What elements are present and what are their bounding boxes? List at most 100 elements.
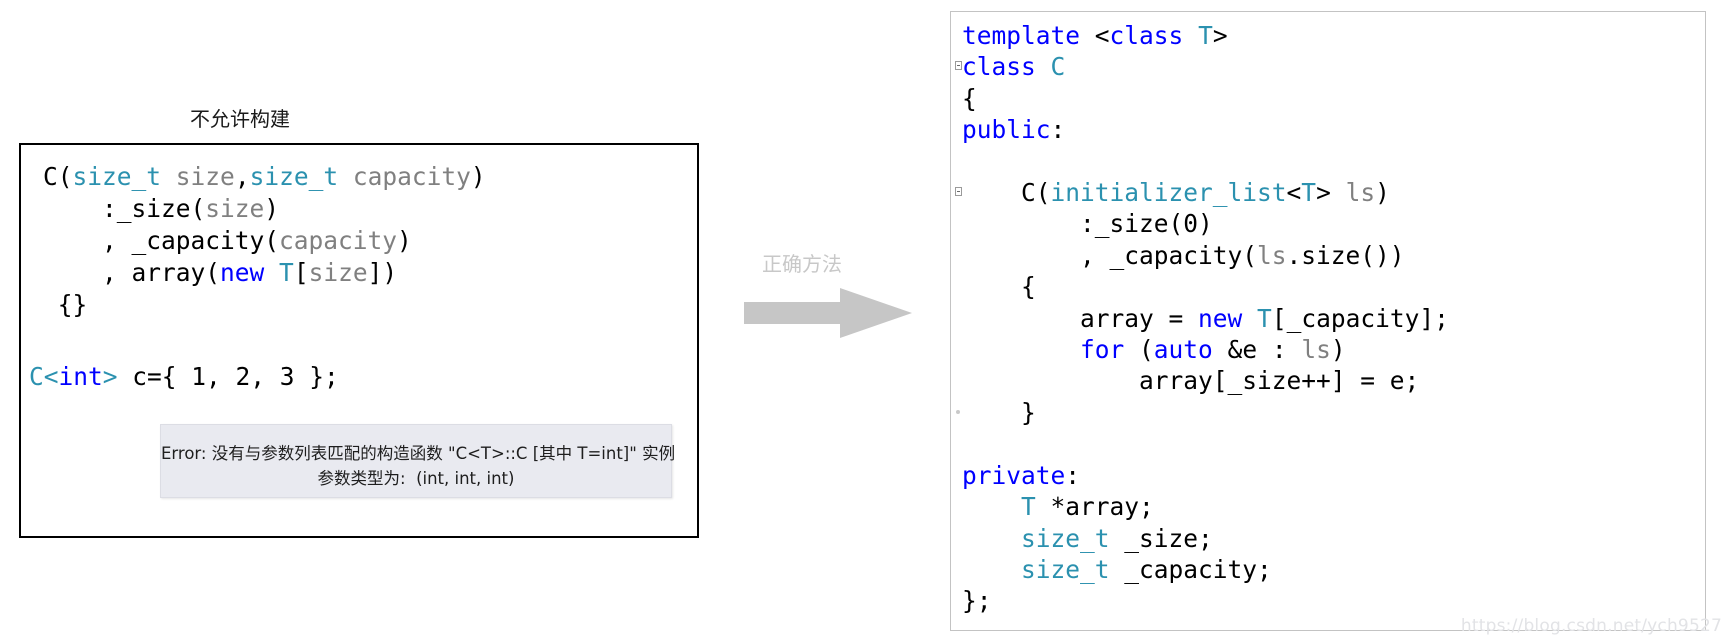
code-line: , _capacity(ls.size()) (962, 240, 1449, 271)
code-token: size_t (249, 162, 339, 191)
change-marker-icon (956, 409, 960, 414)
code-token: &e : (1212, 335, 1302, 365)
code-token: ls (1301, 335, 1331, 365)
code-line: }; (962, 585, 1449, 616)
code-token: ) (397, 226, 412, 255)
left-caption-label: 不允许构建 (190, 107, 290, 131)
code-token: :_size( (43, 194, 206, 223)
code-token: c={ 1, 2, 3 }; (132, 362, 339, 391)
code-token: public (962, 115, 1051, 145)
code-line: } (962, 397, 1449, 428)
error-squiggle-icon (160, 398, 182, 405)
right-arrow-svg (744, 288, 912, 338)
code-token: capacity (352, 162, 471, 191)
code-token: , _capacity( (43, 226, 280, 255)
right-code-panel: template <class T> class C{public: C(init… (950, 11, 1706, 631)
code-token: class (1109, 21, 1184, 50)
code-token: T (1021, 492, 1036, 522)
code-token: T (1257, 303, 1272, 333)
code-token: auto (1153, 335, 1213, 365)
code-token: array = (962, 303, 1199, 333)
code-token: {} (43, 290, 88, 319)
code-line: , array(new T[size]) (43, 257, 486, 289)
code-token: ) (1330, 335, 1346, 365)
code-line: public: (962, 114, 1449, 145)
code-token: > (102, 362, 133, 391)
code-token: < (1094, 21, 1110, 50)
code-token: : (1050, 115, 1066, 145)
code-token: new (1198, 303, 1243, 333)
left-example-column: 不允许构建 C(size_t size,size_t capacity) :_s… (0, 0, 740, 642)
code-token: , array( (43, 258, 221, 287)
code-token: size (308, 258, 368, 287)
code-token: , _capacity( (962, 240, 1258, 270)
code-token: class (962, 52, 1036, 82)
code-token: :_size(0) (962, 209, 1213, 239)
right-arrow-icon (744, 288, 912, 343)
code-token: < (1286, 178, 1302, 208)
code-token: ) (470, 162, 486, 191)
fold-marker-icon[interactable] (955, 187, 962, 196)
code-token: for (1080, 335, 1125, 365)
code-line: C<int> c={ 1, 2, 3 }; (29, 361, 339, 393)
fold-marker-icon[interactable] (955, 61, 962, 71)
code-token: ]) (367, 258, 398, 287)
code-token: ) (1375, 178, 1390, 208)
code-token: > (1212, 21, 1228, 50)
code-token: size_t (1021, 523, 1110, 553)
error-tooltip: Error: 没有与参数列表匹配的构造函数 "C<T>::C [其中 T=int… (160, 424, 675, 498)
code-token: ( (1124, 335, 1154, 365)
code-token: size (175, 162, 235, 191)
code-token: size_t (1021, 554, 1110, 584)
code-line: :_size(0) (962, 208, 1449, 239)
code-token: { (962, 83, 977, 113)
right-code-block: template <class T> class C{public: C(init… (962, 20, 1449, 617)
code-token: C( (962, 178, 1051, 208)
code-line: C(initializer_list<T> ls) (962, 177, 1449, 208)
code-token: [ (293, 258, 309, 287)
code-line: { (962, 83, 1449, 114)
code-line: class C (962, 51, 1449, 82)
code-token: { (962, 272, 1036, 302)
code-line: T *array; (962, 491, 1449, 522)
code-line: template <class T> (962, 20, 1449, 51)
code-line: , _capacity(capacity) (43, 225, 486, 257)
code-token: ls (1345, 178, 1376, 208)
code-line: array[_size++] = e; (962, 365, 1449, 396)
code-token: ls (1257, 240, 1287, 270)
code-line: C(size_t size,size_t capacity) (43, 161, 486, 193)
code-token: T (1301, 178, 1317, 208)
code-line: {} (43, 289, 486, 321)
squiggle-svg (160, 404, 182, 405)
code-token: .size()) (1286, 240, 1405, 270)
code-token: T (1198, 21, 1213, 50)
error-tooltip-line-2: 参数类型为: (int, int, int) (317, 469, 515, 488)
code-line: { (962, 271, 1449, 302)
code-token: private (962, 460, 1066, 490)
code-token: , (234, 162, 250, 191)
code-token: template (962, 21, 1095, 50)
code-line: for (auto &e : ls) (962, 334, 1449, 365)
code-token: new (220, 258, 265, 287)
code-token: ) (264, 194, 280, 223)
code-line: :_size(size) (43, 193, 486, 225)
code-token: C( (43, 162, 73, 191)
code-token: : (1065, 460, 1081, 490)
code-token: _capacity; (1109, 554, 1272, 584)
code-token: *array; (1035, 492, 1154, 522)
code-token: }; (962, 586, 992, 616)
code-token: [_capacity]; (1271, 303, 1449, 333)
code-token: C< (29, 362, 59, 391)
code-line: private: (962, 460, 1449, 491)
